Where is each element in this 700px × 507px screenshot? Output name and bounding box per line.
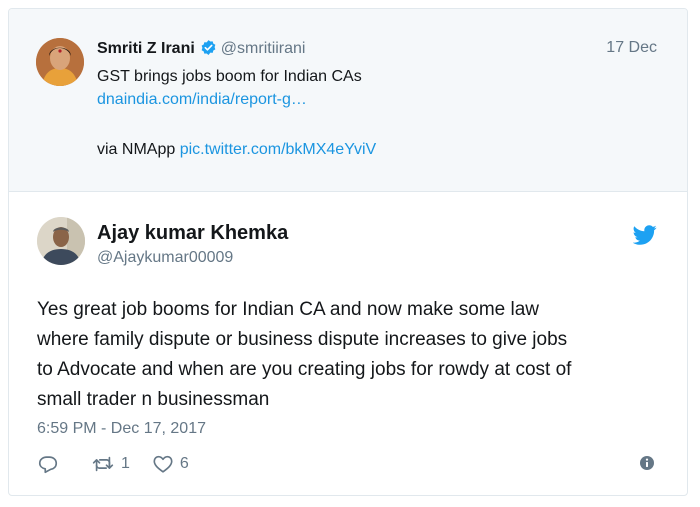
parent-tweet-header: Smriti Z Irani @smritiirani	[97, 39, 305, 61]
retweet-icon	[91, 453, 115, 475]
retweet-count: 1	[121, 455, 130, 472]
parent-tweet-date[interactable]: 17 Dec	[606, 39, 657, 57]
info-icon[interactable]	[639, 455, 655, 471]
tweet-text-line: where family dispute or business dispute…	[37, 329, 568, 350]
parent-tweet-text: GST brings jobs boom for Indian CAs dnai…	[97, 65, 376, 161]
author-avatar[interactable]	[37, 217, 85, 265]
twitter-bird-icon[interactable]	[632, 223, 657, 247]
author-handle[interactable]: @Ajaykumar00009	[97, 249, 233, 267]
embedded-tweet-card: Smriti Z Irani @smritiirani 17 Dec GST br…	[8, 8, 688, 496]
reply-icon	[37, 453, 59, 475]
tweet-timestamp[interactable]: 6:59 PM - Dec 17, 2017	[37, 420, 206, 438]
like-button[interactable]: 6	[152, 453, 189, 475]
verified-badge-icon	[200, 39, 217, 61]
like-count: 6	[179, 455, 189, 472]
heart-icon	[152, 453, 174, 475]
parent-author-handle[interactable]: @smritiirani	[221, 40, 306, 57]
pic-link[interactable]: pic.twitter.com/bkMX4eYviV	[180, 141, 377, 158]
parent-tweet-line: GST brings jobs boom for Indian CAs	[97, 68, 362, 85]
reply-button[interactable]	[37, 453, 59, 475]
tweet-text-line: Yes great job booms for Indian CA and no…	[37, 299, 540, 320]
retweet-button[interactable]: 1	[91, 453, 130, 475]
author-name[interactable]: Ajay kumar Khemka	[97, 222, 288, 245]
tweet-text: Yes great job booms for Indian CA and no…	[37, 295, 677, 415]
parent-tweet[interactable]: Smriti Z Irani @smritiirani 17 Dec GST br…	[9, 9, 687, 192]
parent-author-avatar[interactable]	[36, 38, 84, 86]
parent-author-name[interactable]: Smriti Z Irani	[97, 40, 195, 57]
tweet-actions: 1 6	[37, 452, 189, 476]
tweet-text-line: to Advocate and when are you creating jo…	[37, 359, 572, 380]
tweet-text-line: small trader n businessman	[37, 389, 270, 410]
via-label: via NMApp	[97, 141, 180, 158]
article-link[interactable]: dnaindia.com/india/report-g…	[97, 91, 307, 108]
